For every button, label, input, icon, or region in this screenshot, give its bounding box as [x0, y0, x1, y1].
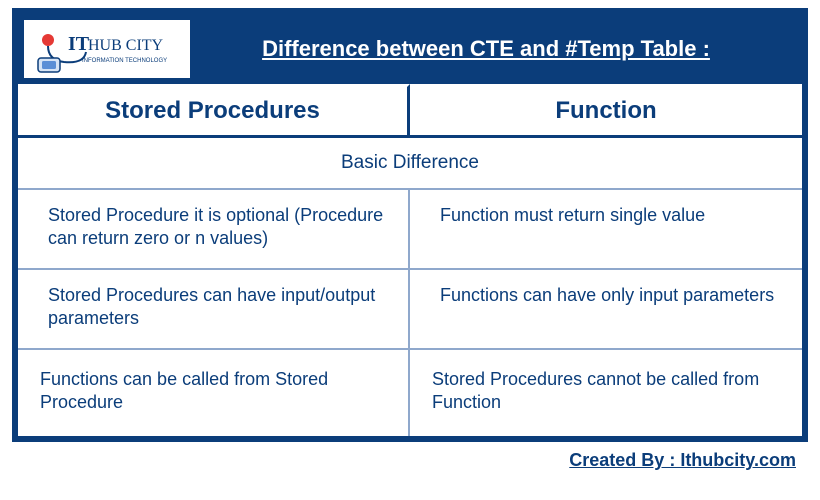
- header: IT HUB CITY INFORMATION TECHNOLOGY Diffe…: [18, 14, 802, 84]
- column-header-left: Stored Procedures: [18, 84, 410, 135]
- svg-text:IT: IT: [68, 33, 90, 55]
- cell-left: Stored Procedures can have input/output …: [18, 270, 410, 348]
- brand-logo: IT HUB CITY INFORMATION TECHNOLOGY: [24, 20, 190, 78]
- credit-link[interactable]: Created By : Ithubcity.com: [569, 450, 796, 470]
- section-title: Basic Difference: [18, 135, 802, 190]
- cell-right: Stored Procedures cannot be called from …: [410, 350, 802, 436]
- cell-left: Stored Procedure it is optional (Procedu…: [18, 190, 410, 268]
- footer: Created By : Ithubcity.com: [12, 442, 808, 471]
- table-row: Stored Procedures can have input/output …: [18, 270, 802, 350]
- cell-right: Functions can have only input parameters: [410, 270, 802, 348]
- cell-left: Functions can be called from Stored Proc…: [18, 350, 410, 436]
- table-row: Functions can be called from Stored Proc…: [18, 350, 802, 436]
- column-header-right: Function: [410, 84, 802, 135]
- column-headers: Stored Procedures Function: [18, 84, 802, 135]
- page-title: Difference between CTE and #Temp Table :: [210, 36, 792, 62]
- cell-right: Function must return single value: [410, 190, 802, 268]
- table-row: Stored Procedure it is optional (Procedu…: [18, 190, 802, 270]
- comparison-card: IT HUB CITY INFORMATION TECHNOLOGY Diffe…: [12, 8, 808, 442]
- svg-text:INFORMATION TECHNOLOGY: INFORMATION TECHNOLOGY: [82, 58, 167, 64]
- svg-text:HUB CITY: HUB CITY: [88, 37, 164, 54]
